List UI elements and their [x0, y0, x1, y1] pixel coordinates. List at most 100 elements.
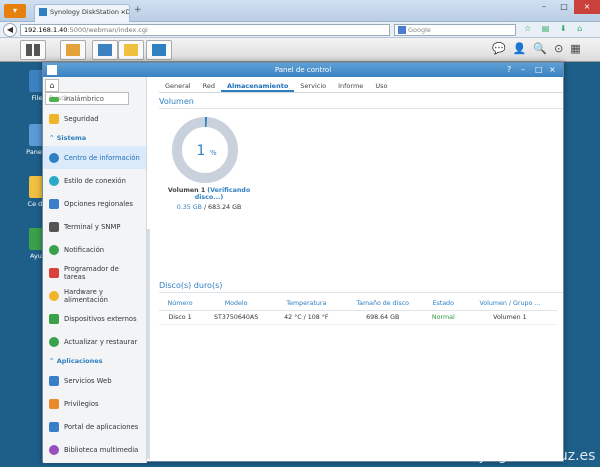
wireless-icon [49, 96, 59, 102]
sidebar-item-external-devices[interactable]: Dispositivos externos [43, 307, 146, 330]
tab-usage[interactable]: Uso [369, 79, 393, 92]
firefox-menu-button[interactable]: ▾ [4, 4, 26, 18]
info-icon [49, 152, 59, 163]
disk-size: 698.64 GB [341, 310, 424, 325]
disk-model: ST3750640AS [201, 310, 272, 325]
grid-icon [26, 44, 40, 56]
disk-number: Disco 1 [159, 310, 202, 325]
clock-icon [49, 198, 59, 209]
sidebar-scrollbar[interactable] [147, 229, 150, 459]
package-center-button[interactable] [60, 40, 86, 60]
disk-temperature: 42 °C / 108 °F [271, 310, 342, 325]
window-title: Panel de control [274, 66, 332, 74]
disk-volume: Volumen 1 [462, 310, 557, 325]
chat-bubble-icon [49, 244, 59, 255]
sidebar-item-terminal[interactable]: Terminal y SNMP [43, 215, 146, 238]
sidebar-item-media-library[interactable]: Biblioteca multimedia [43, 438, 146, 461]
usb-icon [49, 313, 59, 324]
close-window-icon[interactable]: × [574, 0, 600, 14]
sidebar-item-security[interactable]: Seguridad [43, 107, 146, 130]
dsm-taskbar: 💬👤🔍⊙▦ [0, 38, 600, 62]
disk-status: Normal [423, 310, 463, 325]
watermark: jorgedelacruz.es [480, 448, 596, 464]
active-window-taskbar-button[interactable] [146, 40, 172, 60]
sidebar-header-sistema[interactable]: ⌃ Sistema [43, 130, 146, 146]
calendar-icon [49, 267, 59, 278]
close-tab-icon[interactable]: × [121, 8, 126, 16]
privileges-icon [49, 398, 59, 409]
browser-tab[interactable]: Synology DiskStation - DiskSt... × [34, 4, 130, 22]
sidebar-item-regional[interactable]: Opciones regionales [43, 192, 146, 215]
lightbulb-icon [49, 290, 59, 301]
sidebar-item-update-restore[interactable]: Actualizar y restaurar [43, 330, 146, 353]
col-header[interactable]: Temperatura [271, 297, 342, 311]
folder-icon [124, 44, 138, 56]
url-host: 192.168.1.40 [24, 26, 68, 34]
usage-percent-unit: % [210, 149, 217, 157]
tab-storage[interactable]: Almacenamiento [220, 79, 295, 92]
sidebar-item-hardware[interactable]: Hardware y alimentación [43, 284, 146, 307]
theme-icon [49, 175, 59, 186]
web-icon [49, 375, 59, 386]
sidebar-item-web-services[interactable]: Servicios Web [43, 369, 146, 392]
taskbar-right-icons[interactable]: 💬👤🔍⊙▦ [492, 42, 588, 55]
window-icon [152, 44, 166, 56]
volume-info: Volumen 1 (Verificando disco...) 0.35 GB… [159, 187, 259, 211]
col-header[interactable]: Tamaño de disco [341, 297, 424, 311]
sidebar-item-task-scheduler[interactable]: Programador de tareas [43, 261, 146, 284]
sidebar-header-aplicaciones[interactable]: ⌃ Aplicaciones [43, 353, 146, 369]
control-panel-icon [98, 44, 112, 56]
shield-icon [49, 113, 59, 124]
sidebar-item-notification[interactable]: Notificación [43, 238, 146, 261]
volume-usage-donut: 1 % [170, 115, 240, 185]
main-content: General Red Almacenamiento Servicio Info… [159, 77, 563, 461]
browser-navbar: ◀ 192.168.1.40:5000/webman/index.cgi Goo… [0, 22, 600, 38]
main-menu-button[interactable] [20, 40, 46, 60]
terminal-icon [49, 221, 59, 232]
home-icon[interactable]: ⌂ [45, 79, 59, 92]
sidebar-item-info-center[interactable]: Centro de información [43, 146, 146, 169]
control-panel-window: Panel de control ? – □ × ⌂ Buscar inalám… [42, 62, 564, 463]
package-icon [66, 44, 80, 56]
col-header[interactable]: Modelo [201, 297, 272, 311]
minimize-window-icon[interactable]: – [521, 63, 525, 77]
close-window-icon[interactable]: × [549, 63, 556, 77]
sidebar-item-theme[interactable]: Estilo de conexión [43, 169, 146, 192]
tab-service[interactable]: Servicio [294, 79, 332, 92]
browser-toolbar-icons[interactable]: ☆ ▤ ⬇ ⌂ [524, 24, 586, 33]
col-header[interactable]: Volumen / Grupo ... [462, 297, 557, 311]
volume-total: / 683.24 GB [203, 204, 242, 211]
window-titlebar[interactable]: Panel de control ? – □ × [43, 63, 563, 77]
col-header[interactable]: Número [159, 297, 202, 311]
help-icon[interactable]: ? [507, 63, 511, 77]
google-icon [398, 26, 406, 34]
media-icon [49, 444, 59, 455]
table-row[interactable]: Disco 1 ST3750640AS 42 °C / 108 °F 698.6… [159, 310, 557, 325]
maximize-icon[interactable]: □ [554, 0, 574, 14]
sidebar-item-app-portal[interactable]: Portal de aplicaciones [43, 415, 146, 438]
control-panel-taskbar-button[interactable] [92, 40, 118, 60]
maximize-window-icon[interactable]: □ [535, 63, 543, 77]
disks-table: Número Modelo Temperatura Tamaño de disc… [159, 297, 557, 325]
tab-red[interactable]: Red [197, 79, 221, 92]
tab-report[interactable]: Informe [332, 79, 369, 92]
volume-used: 0.35 GB [176, 204, 202, 211]
sidebar-item-wireless[interactable]: inalámbrico [43, 95, 146, 107]
usage-percent: 1 [197, 143, 206, 159]
col-header[interactable]: Estado [423, 297, 463, 311]
refresh-icon [49, 336, 59, 347]
disks-section-title: Disco(s) duro(s) [159, 281, 563, 293]
sidebar: ⌂ Buscar inalámbrico Seguridad ⌃ Sistema… [43, 77, 147, 463]
new-tab-icon[interactable]: + [134, 5, 142, 15]
synology-favicon-icon [39, 8, 47, 16]
back-icon[interactable]: ◀ [3, 23, 17, 37]
url-path: :5000/webman/index.cgi [67, 26, 148, 34]
file-station-taskbar-button[interactable] [118, 40, 144, 60]
browser-search-input[interactable]: Google [394, 24, 516, 36]
url-bar[interactable]: 192.168.1.40:5000/webman/index.cgi [20, 24, 390, 36]
browser-tabbar: ▾ Synology DiskStation - DiskSt... × + –… [0, 0, 600, 22]
tab-title: Synology DiskStation - DiskSt... [50, 8, 130, 16]
sidebar-item-privileges[interactable]: Privilegios [43, 392, 146, 415]
minimize-icon[interactable]: – [534, 0, 554, 14]
tab-general[interactable]: General [159, 79, 197, 92]
